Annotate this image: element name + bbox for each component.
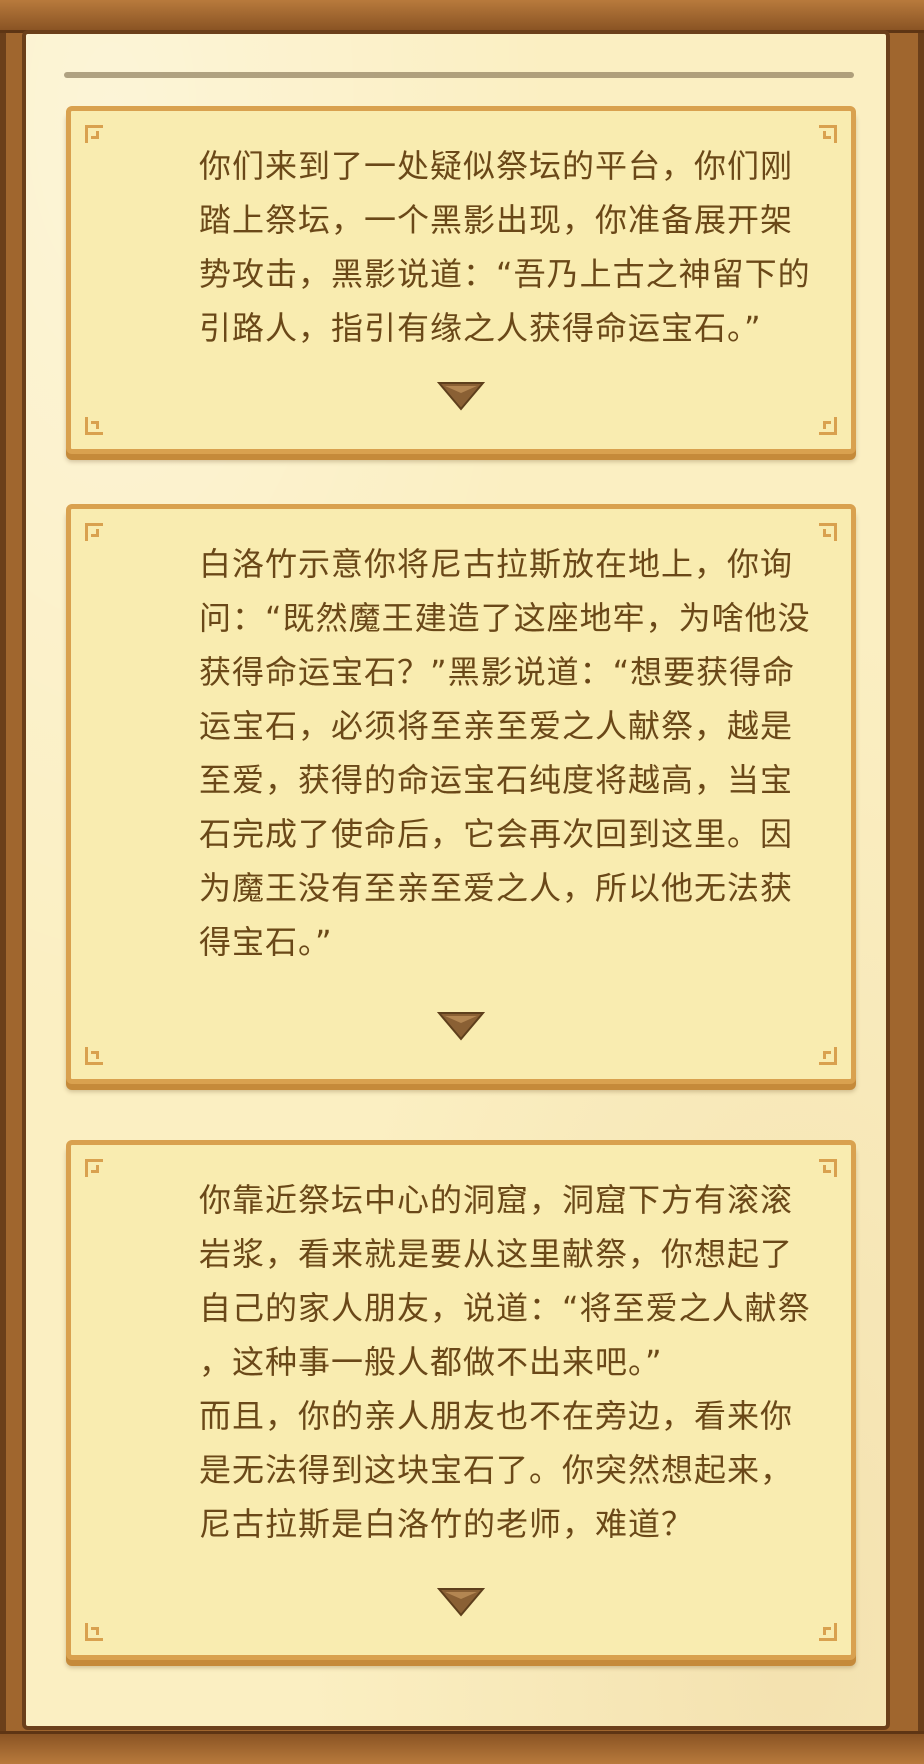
corner-ornament-icon bbox=[819, 417, 837, 435]
dialog-card[interactable]: 你靠近祭坛中心的洞窟，洞窟下方有滚滚 岩浆，看来就是要从这里献祭，你想起了 自己… bbox=[66, 1140, 856, 1660]
corner-ornament-icon bbox=[819, 1623, 837, 1641]
frame-top-bar bbox=[0, 0, 924, 33]
scroll-track[interactable] bbox=[64, 72, 854, 78]
dialog-card[interactable]: 你们来到了一处疑似祭坛的平台，你们刚 踏上祭坛，一个黑影出现，你准备展开架 势攻… bbox=[66, 106, 856, 454]
frame-bottom-bar bbox=[0, 1731, 924, 1764]
dialog-text: 你靠近祭坛中心的洞窟，洞窟下方有滚滚 岩浆，看来就是要从这里献祭，你想起了 自己… bbox=[199, 1181, 811, 1543]
corner-ornament-icon bbox=[85, 417, 103, 435]
corner-ornament-icon bbox=[85, 1159, 103, 1177]
dialog-text: 你们来到了一处疑似祭坛的平台，你们刚 踏上祭坛，一个黑影出现，你准备展开架 势攻… bbox=[199, 147, 811, 347]
corner-ornament-icon bbox=[85, 523, 103, 541]
corner-ornament-icon bbox=[85, 1623, 103, 1641]
dialog-text: 白洛竹示意你将尼古拉斯放在地上，你询 问：“既然魔王建造了这座地牢，为啥他没 获… bbox=[199, 545, 811, 961]
next-arrow-icon[interactable] bbox=[437, 381, 485, 411]
corner-ornament-icon bbox=[85, 125, 103, 143]
dialog-card[interactable]: 白洛竹示意你将尼古拉斯放在地上，你询 问：“既然魔王建造了这座地牢，为啥他没 获… bbox=[66, 504, 856, 1084]
corner-ornament-icon bbox=[85, 1047, 103, 1065]
corner-ornament-icon bbox=[819, 1047, 837, 1065]
next-arrow-icon[interactable] bbox=[437, 1011, 485, 1041]
next-arrow-icon[interactable] bbox=[437, 1587, 485, 1617]
story-log-panel[interactable]: 你们来到了一处疑似祭坛的平台，你们刚 踏上祭坛，一个黑影出现，你准备展开架 势攻… bbox=[22, 30, 890, 1730]
